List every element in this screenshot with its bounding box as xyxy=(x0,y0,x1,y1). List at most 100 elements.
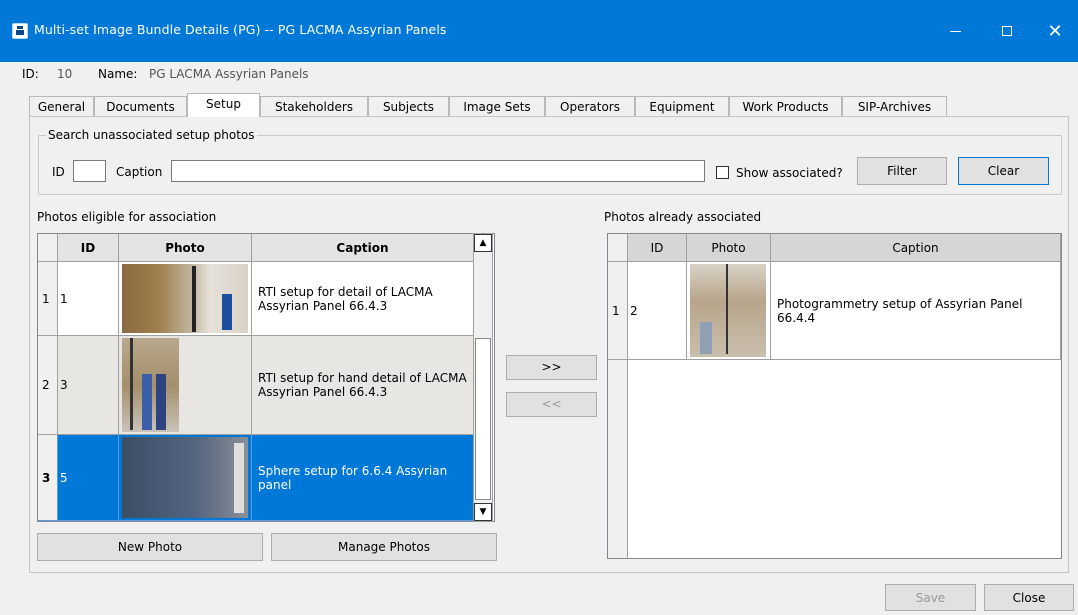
id-text: 3 xyxy=(60,378,68,392)
window-title: Multi-set Image Bundle Details (PG) -- P… xyxy=(34,22,447,37)
tab-label: Setup xyxy=(206,97,241,111)
caption-text: RTI setup for detail of LACMA Assyrian P… xyxy=(258,284,433,313)
photo-thumbnail xyxy=(690,264,766,357)
photo-thumbnail xyxy=(122,264,248,333)
grid-corner xyxy=(608,234,628,262)
caption-cell[interactable]: Photogrammetry setup of Assyrian Panel 6… xyxy=(771,262,1061,360)
search-caption-input[interactable] xyxy=(171,160,705,182)
column-header-caption[interactable]: Caption xyxy=(771,234,1061,262)
row-header: 3 xyxy=(38,435,58,521)
minimize-icon xyxy=(949,30,961,32)
row-header-strip xyxy=(608,360,628,558)
row-number: 2 xyxy=(42,378,50,392)
tab-stakeholders[interactable]: Stakeholders xyxy=(260,96,368,116)
grid-corner xyxy=(38,234,58,262)
show-associated-label: Show associated? xyxy=(736,166,843,180)
photo-cell[interactable] xyxy=(119,336,252,435)
column-header-id[interactable]: ID xyxy=(58,234,119,262)
tab-general[interactable]: General xyxy=(29,96,94,116)
row-number: 1 xyxy=(42,291,50,306)
column-header-photo[interactable]: Photo xyxy=(687,234,771,262)
id-text: 1 xyxy=(60,291,68,306)
row-header: 1 xyxy=(38,262,58,336)
search-caption-label: Caption xyxy=(116,165,163,179)
caption-text: Photogrammetry setup of Assyrian Panel 6… xyxy=(777,296,1023,325)
photo-thumbnail xyxy=(122,437,248,518)
photo-cell[interactable] xyxy=(119,435,252,521)
column-header-caption[interactable]: Caption xyxy=(252,234,474,262)
search-group-label: Search unassociated setup photos xyxy=(46,128,257,142)
search-id-input[interactable] xyxy=(73,160,106,182)
row-number: 1 xyxy=(612,303,620,318)
clear-button[interactable]: Clear xyxy=(958,157,1049,185)
eligible-grid-scrollbar[interactable]: ▲ ▼ xyxy=(473,233,493,522)
title-bar[interactable]: Multi-set Image Bundle Details (PG) -- P… xyxy=(0,0,1078,62)
photo-cell[interactable] xyxy=(119,262,252,336)
filter-button[interactable]: Filter xyxy=(857,157,947,185)
id-cell[interactable]: 1 xyxy=(58,262,119,336)
eligible-photos-label: Photos eligible for association xyxy=(37,210,217,224)
tab-label: Stakeholders xyxy=(274,100,354,114)
associated-photos-label: Photos already associated xyxy=(604,210,762,224)
tab-equipment[interactable]: Equipment xyxy=(635,96,729,116)
search-id-label: ID xyxy=(52,165,65,179)
tab-documents[interactable]: Documents xyxy=(94,96,187,116)
save-button[interactable]: Save xyxy=(885,584,976,611)
close-window-button[interactable]: ✕ xyxy=(1032,0,1078,62)
name-value: PG LACMA Assyrian Panels xyxy=(149,67,309,81)
dialog-window: Multi-set Image Bundle Details (PG) -- P… xyxy=(0,0,1078,615)
tab-label: Image Sets xyxy=(463,100,531,114)
id-cell[interactable]: 5 xyxy=(58,435,119,521)
id-label: ID: xyxy=(22,67,39,81)
photo-cell[interactable] xyxy=(687,262,771,360)
close-button[interactable]: Close xyxy=(984,584,1074,611)
tab-label: Equipment xyxy=(649,100,715,114)
tab-subjects[interactable]: Subjects xyxy=(368,96,449,116)
tab-operators[interactable]: Operators xyxy=(545,96,635,116)
close-icon: ✕ xyxy=(1047,20,1063,42)
id-text: 2 xyxy=(630,303,638,318)
scroll-up-button[interactable]: ▲ xyxy=(474,234,492,252)
caption-text: Sphere setup for 6.6.4 Assyrian panel xyxy=(258,463,448,492)
minimize-button[interactable] xyxy=(932,0,978,62)
caption-cell[interactable]: Sphere setup for 6.6.4 Assyrian panel xyxy=(252,435,474,521)
caption-text: RTI setup for hand detail of LACMA Assyr… xyxy=(258,371,467,399)
caption-cell[interactable]: RTI setup for hand detail of LACMA Assyr… xyxy=(252,336,474,435)
column-header-photo[interactable]: Photo xyxy=(119,234,252,262)
scroll-down-button[interactable]: ▼ xyxy=(474,503,492,521)
id-text: 5 xyxy=(60,470,68,485)
caption-cell[interactable]: RTI setup for detail of LACMA Assyrian P… xyxy=(252,262,474,336)
associated-photos-grid[interactable]: ID Photo Caption 1 2 Photogrammetry setu… xyxy=(607,233,1062,559)
name-label: Name: xyxy=(98,67,138,81)
table-row[interactable]: 1 2 Photogrammetry setup of Assyrian Pan… xyxy=(608,262,1061,360)
tab-sip-archives[interactable]: SIP-Archives xyxy=(842,96,947,116)
tab-label: Operators xyxy=(560,100,620,114)
row-header: 1 xyxy=(608,262,628,360)
maximize-icon xyxy=(1002,26,1012,36)
remove-association-button[interactable]: << xyxy=(506,392,597,417)
table-row-selected[interactable]: 3 5 Sphere setup for 6.6.4 Assyrian pane… xyxy=(38,435,474,521)
eligible-photos-grid[interactable]: ID Photo Caption 1 1 RTI setup for detai… xyxy=(37,233,495,522)
tab-label: SIP-Archives xyxy=(857,100,932,114)
column-header-id[interactable]: ID xyxy=(628,234,687,262)
tab-label: Work Products xyxy=(742,100,829,114)
add-association-button[interactable]: >> xyxy=(506,355,597,380)
tab-image-sets[interactable]: Image Sets xyxy=(449,96,545,116)
id-cell[interactable]: 2 xyxy=(628,262,687,360)
table-row[interactable]: 2 3 RTI setup for hand detail of LACMA A… xyxy=(38,336,474,435)
table-row[interactable]: 1 1 RTI setup for detail of LACMA Assyri… xyxy=(38,262,474,336)
tab-label: Subjects xyxy=(382,100,435,114)
row-header: 2 xyxy=(38,336,58,435)
scroll-thumb[interactable] xyxy=(475,338,491,500)
tab-work-products[interactable]: Work Products xyxy=(729,96,842,116)
photo-thumbnail xyxy=(122,338,179,432)
app-icon xyxy=(12,23,28,39)
manage-photos-button[interactable]: Manage Photos xyxy=(271,533,497,561)
id-value: 10 xyxy=(57,67,73,81)
new-photo-button[interactable]: New Photo xyxy=(37,533,263,561)
maximize-button[interactable] xyxy=(984,0,1030,62)
id-cell[interactable]: 3 xyxy=(58,336,119,435)
row-number: 3 xyxy=(42,470,51,485)
show-associated-checkbox[interactable] xyxy=(716,166,729,179)
tab-setup[interactable]: Setup xyxy=(187,93,260,117)
